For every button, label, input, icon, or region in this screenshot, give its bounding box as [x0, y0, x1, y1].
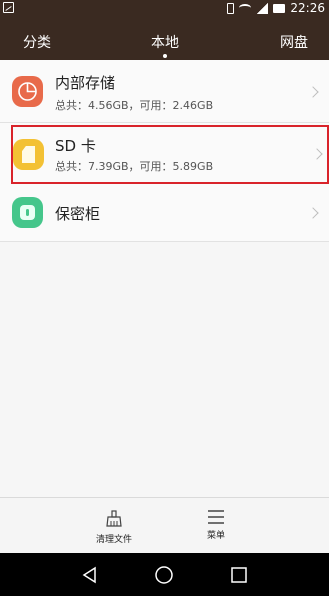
bottom-toolbar: 清理文件 菜单 — [0, 497, 329, 553]
broom-icon — [106, 510, 122, 527]
chevron-right-icon — [307, 207, 319, 219]
safe-icon — [12, 197, 43, 228]
pie-chart-icon — [12, 76, 43, 107]
item-subtitle: 总共：7.39GB，可用：5.89GB — [55, 160, 214, 173]
back-icon[interactable] — [80, 565, 100, 585]
recent-apps-icon[interactable] — [229, 565, 249, 585]
wifi-icon — [239, 4, 252, 12]
menu-label: 菜单 — [206, 531, 225, 541]
list-item-internal-storage[interactable]: 内部存储 总共：4.56GB，可用：2.46GB — [0, 60, 329, 123]
list-item-safe-box[interactable]: 保密柜 — [0, 184, 329, 242]
home-icon[interactable] — [154, 565, 174, 585]
item-title: 内部存储 — [55, 74, 116, 92]
battery-icon — [273, 3, 286, 13]
sd-card-icon — [13, 139, 44, 170]
clean-files-button[interactable]: 清理文件 — [94, 510, 134, 545]
vibrate-icon — [227, 2, 235, 14]
tab-local[interactable]: 本地 — [151, 32, 179, 52]
item-subtitle: 总共：4.56GB，可用：2.46GB — [55, 99, 214, 112]
storage-list: 内部存储 总共：4.56GB，可用：2.46GB SD 卡 总共：7.39GB，… — [0, 60, 329, 242]
list-item-sd-card[interactable]: SD 卡 总共：7.39GB，可用：5.89GB — [11, 125, 329, 184]
image-icon — [3, 2, 14, 13]
tab-categories[interactable]: 分类 — [23, 32, 51, 52]
tab-cloud-drive[interactable]: 网盘 — [280, 32, 308, 52]
signal-icon — [256, 2, 269, 14]
active-tab-indicator — [163, 54, 167, 58]
item-title: SD 卡 — [55, 137, 96, 155]
chevron-right-icon — [307, 86, 319, 98]
navigation-bar — [0, 553, 329, 596]
status-time: 22:26 — [290, 1, 325, 15]
menu-button[interactable]: 菜单 — [199, 510, 233, 541]
menu-icon — [208, 510, 224, 524]
top-tab-bar: 分类 本地 网盘 — [0, 16, 329, 60]
chevron-right-icon — [311, 148, 323, 160]
status-bar: 22:26 — [0, 0, 329, 16]
item-title: 保密柜 — [55, 205, 101, 223]
status-icons: 22:26 — [227, 1, 325, 15]
clean-files-label: 清理文件 — [95, 535, 132, 545]
